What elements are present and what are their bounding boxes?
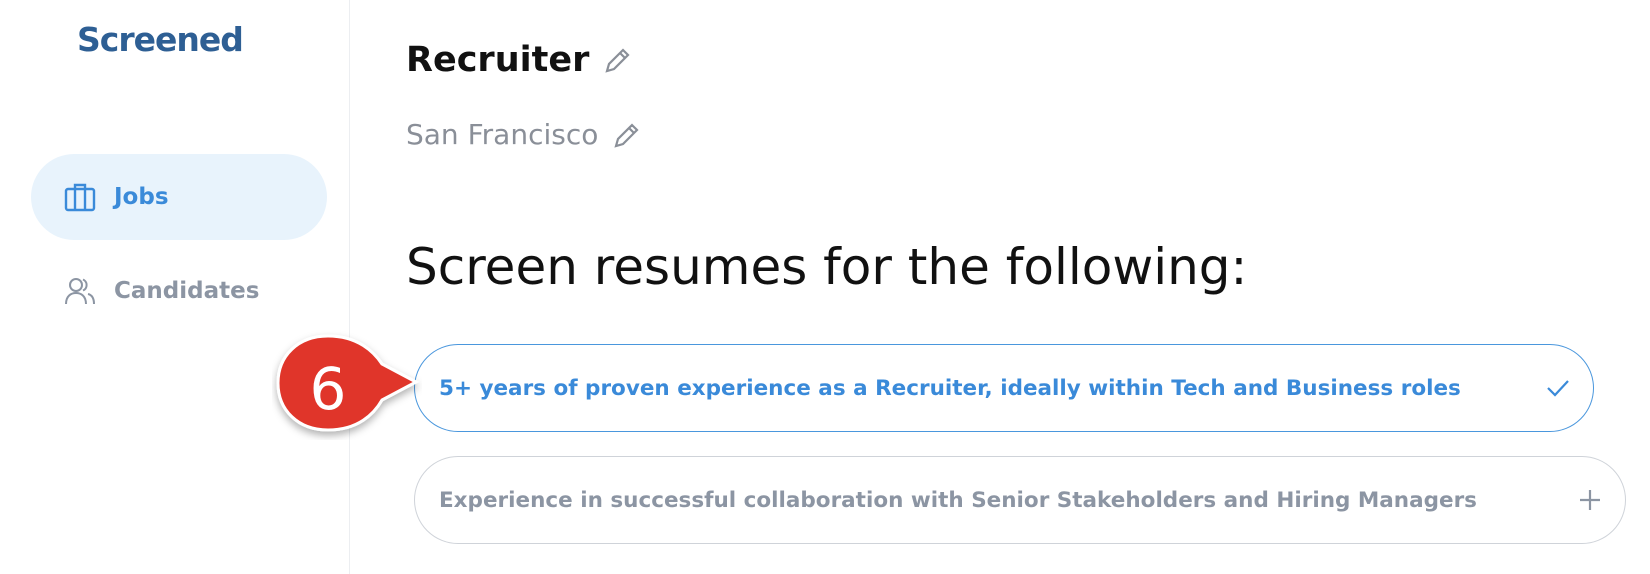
sidebar-item-label: Candidates	[114, 278, 260, 304]
plus-icon	[1577, 487, 1603, 513]
criterion-chip-selected[interactable]: 5+ years of proven experience as a Recru…	[414, 344, 1594, 432]
users-icon	[64, 275, 96, 307]
check-icon	[1545, 377, 1571, 399]
edit-title-pencil-icon[interactable]	[603, 45, 633, 75]
job-title: Recruiter	[406, 40, 633, 80]
app-logo[interactable]: Screened	[77, 20, 244, 59]
job-title-text: Recruiter	[406, 40, 590, 80]
screen-heading: Screen resumes for the following:	[406, 238, 1248, 296]
edit-location-pencil-icon[interactable]	[612, 120, 642, 150]
step-number: 6	[309, 355, 347, 423]
briefcase-icon	[64, 181, 96, 213]
sidebar: Screened Jobs Candidates	[0, 0, 350, 574]
criterion-text: 5+ years of proven experience as a Recru…	[439, 375, 1461, 401]
criterion-text: Experience in successful collaboration w…	[439, 487, 1477, 513]
sidebar-item-jobs[interactable]: Jobs	[31, 154, 327, 240]
sidebar-item-candidates[interactable]: Candidates	[31, 248, 327, 334]
job-location-text: San Francisco	[406, 118, 599, 151]
main-content: Recruiter San Francisco Screen resumes f…	[406, 0, 1650, 574]
sidebar-item-label: Jobs	[114, 184, 169, 210]
job-location: San Francisco	[406, 118, 642, 151]
criterion-chip-unselected[interactable]: Experience in successful collaboration w…	[414, 456, 1626, 544]
